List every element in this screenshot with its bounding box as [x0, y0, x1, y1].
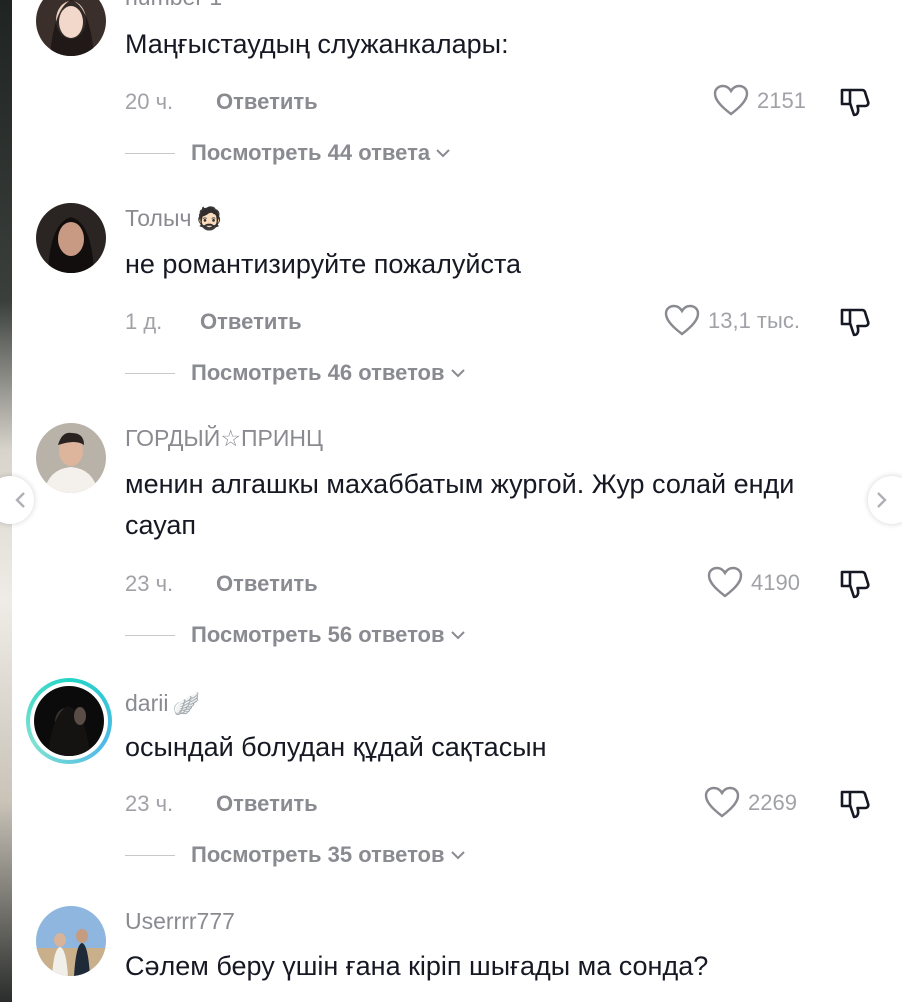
comment-time: 23 ч.	[125, 571, 174, 596]
comment-text: не романтизируйте пожалуйста	[125, 249, 522, 279]
view-replies-button[interactable]: Посмотреть 35 ответов	[125, 842, 467, 868]
thumbs-down-icon[interactable]	[838, 566, 872, 600]
avatar[interactable]	[36, 906, 106, 976]
username-emoji: 🪽	[172, 690, 200, 716]
like-button[interactable]: 2151	[713, 84, 806, 117]
avatar[interactable]	[36, 0, 106, 56]
like-count: 2269	[748, 789, 797, 815]
reply-button[interactable]: Ответить	[216, 791, 318, 817]
view-replies-label: Посмотреть 56 ответов	[191, 622, 445, 647]
like-count: 13,1 тыс.	[708, 307, 800, 333]
like-count: 4190	[751, 569, 800, 595]
like-button[interactable]: 13,1 тыс.	[664, 304, 800, 337]
view-replies-button[interactable]: Посмотреть 46 ответов	[125, 360, 467, 386]
chevron-down-icon	[450, 851, 465, 860]
chevron-left-icon	[15, 492, 25, 508]
reply-button[interactable]: Ответить	[200, 309, 302, 335]
view-replies-button[interactable]: Посмотреть 44 ответа	[125, 140, 452, 166]
heart-outline-icon	[713, 84, 749, 116]
avatar[interactable]	[36, 203, 106, 273]
view-replies-button[interactable]: Посмотреть 56 ответов	[125, 622, 467, 648]
comment-text: осындай болудан құдай сақтасын	[125, 732, 547, 762]
next-button[interactable]	[868, 476, 902, 524]
heart-outline-icon	[664, 304, 700, 336]
heart-outline-icon	[707, 566, 743, 598]
comment-text: менин алгашкы махаббатым жургой. Жур сол…	[125, 469, 795, 540]
reply-button[interactable]: Ответить	[216, 571, 318, 597]
thumbs-down-icon[interactable]	[838, 84, 872, 118]
reply-button[interactable]: Ответить	[216, 89, 318, 115]
comment-username[interactable]: number 1	[125, 0, 222, 11]
prev-button[interactable]	[0, 476, 34, 524]
comment-time: 1 д.	[125, 309, 163, 334]
username-emoji: 🧔🏻	[195, 205, 223, 231]
divider	[125, 634, 175, 636]
comment-text: Маңғыстаудың служанкалары:	[125, 29, 509, 59]
chevron-right-icon	[877, 492, 887, 508]
avatar-story-ring[interactable]	[26, 678, 112, 764]
chevron-down-icon	[450, 369, 465, 378]
comment-time: 20 ч.	[125, 89, 174, 114]
comment-username[interactable]: Userrrr777	[125, 908, 235, 935]
thumbs-down-icon[interactable]	[838, 786, 872, 820]
avatar[interactable]	[36, 423, 106, 493]
divider	[125, 372, 175, 374]
divider	[125, 854, 175, 856]
chevron-down-icon	[436, 149, 450, 158]
like-button[interactable]: 2269	[704, 786, 797, 819]
divider	[125, 152, 175, 154]
thumbs-down-icon[interactable]	[838, 304, 872, 338]
comment-username[interactable]: ГОРДЫЙ☆ПРИНЦ	[125, 425, 323, 452]
view-replies-label: Посмотреть 46 ответов	[191, 360, 445, 385]
view-replies-label: Посмотреть 44 ответа	[191, 140, 431, 165]
comment-time: 23 ч.	[125, 791, 174, 816]
chevron-down-icon	[450, 631, 465, 640]
like-button[interactable]: 4190	[707, 566, 800, 599]
view-replies-label: Посмотреть 35 ответов	[191, 842, 445, 867]
comment-text: Сәлем беру үшін ғана кіріп шығады ма сон…	[125, 951, 709, 981]
like-count: 2151	[757, 87, 806, 113]
comment-username[interactable]: Толыч 🧔🏻	[125, 205, 223, 232]
heart-outline-icon	[704, 786, 740, 818]
comment-username[interactable]: darii 🪽	[125, 690, 200, 717]
